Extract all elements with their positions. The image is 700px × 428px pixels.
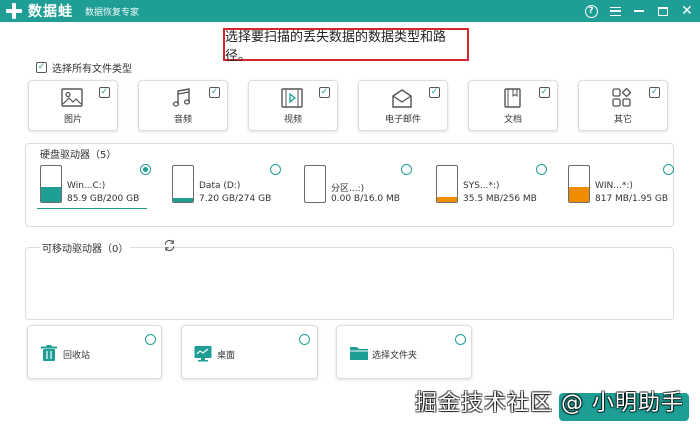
maximize-button[interactable] (656, 4, 670, 18)
hard-drive-icon (172, 165, 194, 203)
audio-type-checkbox[interactable]: ✓ (209, 87, 220, 98)
folder-icon (350, 347, 368, 360)
select-all-types[interactable]: ✓ 选择所有文件类型 (36, 60, 132, 75)
document-icon (504, 88, 521, 108)
hard-drive-icon (304, 165, 326, 203)
drive-name: Data (D:) (199, 181, 241, 191)
drive-size: 7.20 GB/274 GB (199, 194, 272, 204)
hard-drive-icon (568, 165, 590, 203)
app-name: 数据蛙 (28, 4, 73, 20)
image-type-label: 图片 (63, 115, 82, 125)
select-all-checkbox[interactable]: ✓ (36, 62, 47, 73)
drive-item[interactable]: SYS...*:) 35.5 MB/256 MB (436, 164, 548, 210)
image-type-checkbox[interactable]: ✓ (99, 87, 110, 98)
desktop-radio[interactable] (299, 334, 310, 345)
instruction-banner: 选择要扫描的丢失数据的数据类型和路径。 (223, 28, 469, 64)
window-controls: ? ✕ (584, 0, 694, 22)
drive-radio[interactable] (270, 164, 281, 175)
drive-name: WIN...*:) (595, 181, 633, 191)
location-desktop[interactable]: 桌面 (181, 325, 318, 379)
desktop-label: 桌面 (217, 351, 236, 361)
email-type-label: 电子邮件 (384, 115, 421, 125)
other-type-checkbox[interactable]: ✓ (649, 87, 660, 98)
drive-item[interactable]: Win...C:) 85.9 GB/200 GB (37, 164, 152, 210)
refresh-icon[interactable] (163, 239, 176, 252)
file-type-email[interactable]: ✓ 电子邮件 (358, 80, 448, 131)
file-type-other[interactable]: ✓ 其它 (578, 80, 668, 131)
help-button[interactable]: ? (584, 4, 598, 18)
drive-name: SYS...*:) (463, 181, 500, 191)
location-recycle-bin[interactable]: 回收站 (27, 325, 162, 379)
drive-size: 0.00 B/16.0 MB (331, 194, 400, 204)
select-all-label: 选择所有文件类型 (52, 64, 132, 75)
app-subtitle: 数据恢复专家 (85, 7, 140, 18)
recycle-bin-radio[interactable] (145, 334, 156, 345)
drive-radio[interactable] (536, 164, 547, 175)
file-type-audio[interactable]: ✓ 音频 (138, 80, 228, 131)
hard-drives-title: 硬盘驱动器（5） (40, 150, 117, 161)
email-type-checkbox[interactable]: ✓ (429, 87, 440, 98)
email-icon (392, 89, 412, 108)
drive-name: Win...C:) (67, 181, 106, 191)
music-icon (172, 88, 191, 107)
removable-drives-panel (25, 247, 674, 320)
drive-size: 35.5 MB/256 MB (463, 194, 537, 204)
file-type-image[interactable]: ✓ 图片 (28, 80, 118, 131)
menu-icon (609, 6, 621, 16)
drive-radio[interactable] (663, 164, 674, 175)
title-bar: 数据蛙 数据恢复专家 ? ✕ (0, 0, 700, 22)
drive-name: 分区...:) (331, 184, 365, 194)
drive-radio[interactable] (401, 164, 412, 175)
maximize-icon (658, 6, 668, 16)
select-folder-label: 选择文件夹 (372, 351, 418, 361)
trash-icon (41, 345, 57, 361)
selected-drive-underline (37, 208, 147, 209)
document-type-checkbox[interactable]: ✓ (539, 87, 550, 98)
audio-type-label: 音频 (173, 115, 192, 125)
drive-radio[interactable] (140, 164, 151, 175)
drive-item[interactable]: WIN...*:) 817 MB/1.95 GB (568, 164, 674, 210)
location-select-folder[interactable]: 选择文件夹 (336, 325, 472, 379)
removable-drives-title: 可移动驱动器（0） (40, 240, 131, 255)
drive-item[interactable]: 分区...:) 0.00 B/16.0 MB (304, 164, 416, 210)
drive-usage-fill (437, 196, 457, 202)
help-icon: ? (584, 4, 598, 18)
other-icon (612, 87, 632, 107)
file-type-document[interactable]: ✓ 文档 (468, 80, 558, 131)
drive-size: 85.9 GB/200 GB (67, 194, 140, 204)
drive-usage-fill (569, 186, 589, 202)
drive-size: 817 MB/1.95 GB (595, 194, 669, 204)
menu-button[interactable] (608, 4, 622, 18)
drive-usage-fill (173, 197, 193, 202)
file-type-video[interactable]: ✓ 视频 (248, 80, 338, 131)
other-type-label: 其它 (613, 115, 632, 125)
video-type-checkbox[interactable]: ✓ (319, 87, 330, 98)
desktop-icon (194, 346, 212, 362)
minimize-icon (634, 10, 644, 12)
close-icon: ✕ (681, 3, 693, 19)
select-folder-radio[interactable] (455, 334, 466, 345)
hard-drive-icon (436, 165, 458, 203)
hard-drive-icon (40, 165, 62, 203)
document-type-label: 文档 (503, 115, 522, 125)
drive-item[interactable]: Data (D:) 7.20 GB/274 GB (172, 164, 284, 210)
drive-usage-fill (41, 186, 61, 202)
recycle-bin-label: 回收站 (63, 351, 91, 361)
watermark-text: 掘金技术社区 @ 小明助手 (415, 391, 684, 416)
video-icon (281, 88, 303, 108)
video-type-label: 视频 (283, 115, 302, 125)
image-icon (61, 88, 83, 107)
close-button[interactable]: ✕ (680, 4, 694, 18)
app-logo-icon (4, 1, 24, 21)
minimize-button[interactable] (632, 4, 646, 18)
